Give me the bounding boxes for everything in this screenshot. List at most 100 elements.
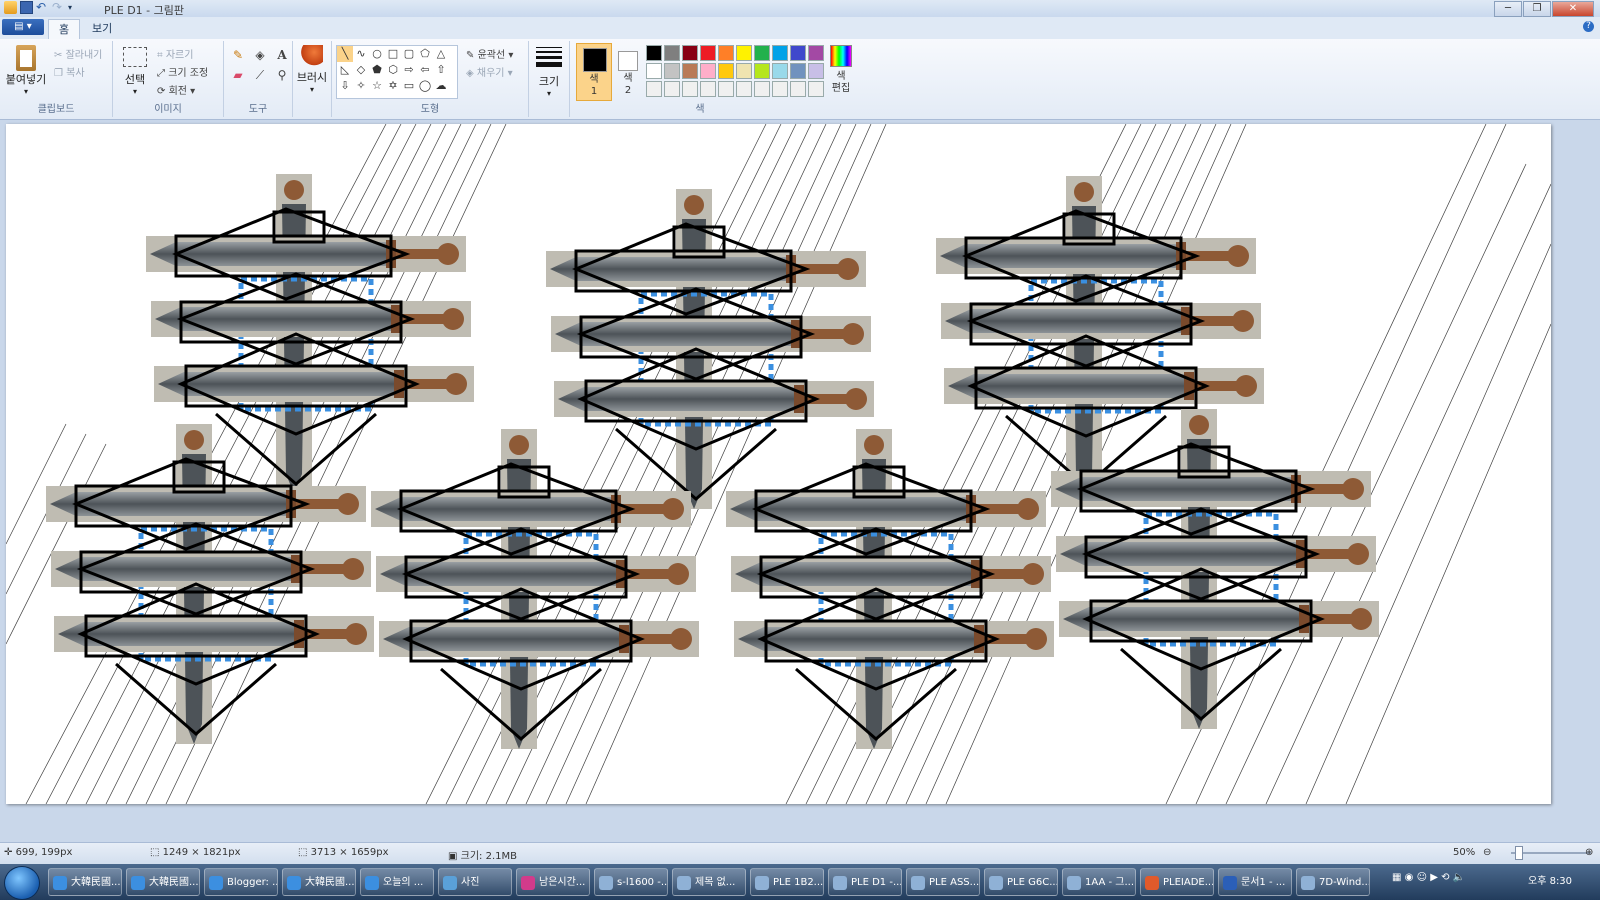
palette-swatch[interactable] (772, 63, 788, 79)
callout-cloud-shape-icon[interactable]: ☁ (433, 78, 449, 94)
palette-swatch[interactable] (700, 81, 716, 97)
minimize-button[interactable]: ─ (1494, 1, 1522, 17)
curve-shape-icon[interactable]: ∿ (353, 46, 369, 62)
palette-swatch[interactable] (754, 81, 770, 97)
help-icon[interactable]: ? (1583, 21, 1594, 32)
size-button[interactable]: 크기 ▾ (533, 45, 565, 98)
color-picker-icon[interactable]: ⟋ (252, 67, 268, 83)
text-tool-icon[interactable]: A (274, 47, 290, 63)
palette-swatch[interactable] (808, 45, 824, 61)
palette-swatch[interactable] (646, 45, 662, 61)
palette-swatch[interactable] (664, 81, 680, 97)
palette-swatch[interactable] (772, 81, 788, 97)
taskbar-button[interactable]: 오늘의 ... (360, 868, 434, 896)
close-button[interactable]: ✕ (1552, 1, 1594, 17)
select-button[interactable]: 선택 ▾ (117, 45, 153, 96)
up-arrow-shape-icon[interactable]: ⇧ (433, 62, 449, 78)
clock[interactable]: 오후 8:30 (1528, 872, 1572, 887)
palette-swatch[interactable] (646, 81, 662, 97)
palette-swatch[interactable] (700, 63, 716, 79)
copy-button[interactable]: ❐ 복사 (54, 64, 85, 79)
start-button[interactable] (4, 866, 40, 900)
palette-swatch[interactable] (718, 45, 734, 61)
tray-network-icon[interactable]: ▦ (1392, 872, 1401, 883)
rectangle-shape-icon[interactable]: □ (385, 46, 401, 62)
save-icon[interactable] (20, 1, 33, 14)
taskbar-button[interactable]: 7D-Wind... (1296, 868, 1370, 896)
taskbar-button[interactable]: 제목 없... (672, 868, 746, 896)
palette-swatch[interactable] (736, 63, 752, 79)
palette-swatch[interactable] (682, 63, 698, 79)
palette-swatch[interactable] (790, 63, 806, 79)
line-shape-icon[interactable]: ╲ (337, 46, 353, 62)
five-point-star-shape-icon[interactable]: ☆ (369, 78, 385, 94)
taskbar-button[interactable]: 大韓民國... (282, 868, 356, 896)
fill-button[interactable]: ◈ 채우기 ▾ (466, 64, 513, 79)
paste-button[interactable]: 붙여넣기 ▾ (4, 45, 48, 96)
taskbar-button[interactable]: PLE G6C... (984, 868, 1058, 896)
edit-colors-button[interactable]: 색 편집 (826, 43, 856, 95)
palette-swatch[interactable] (754, 63, 770, 79)
right-arrow-shape-icon[interactable]: ⇨ (401, 62, 417, 78)
shapes-gallery[interactable]: ╲ ∿ ○ □ ▢ ⬠ △ ◺ ◇ ⬟ ⬡ ⇨ ⇦ ⇧ ⇩ ✧ ☆ ✡ ▭ ◯ ☁ (336, 45, 458, 99)
tab-view[interactable]: 보기 (82, 19, 122, 38)
resize-button[interactable]: ⤢ 크기 조정 (157, 64, 208, 79)
maximize-button[interactable]: ❐ (1523, 1, 1551, 17)
palette-swatch[interactable] (664, 45, 680, 61)
hexagon-shape-icon[interactable]: ⬡ (385, 62, 401, 78)
palette-swatch[interactable] (682, 81, 698, 97)
taskbar-button[interactable]: s-l1600 -... (594, 868, 668, 896)
palette-swatch[interactable] (808, 63, 824, 79)
callout-rect-shape-icon[interactable]: ▭ (401, 78, 417, 94)
magnifier-icon[interactable]: ⚲ (274, 67, 290, 83)
tray-media-icon[interactable]: ▶ (1430, 872, 1438, 883)
tray-smiley-icon[interactable]: ☺ (1417, 872, 1427, 883)
pencil-icon[interactable]: ✎ (230, 47, 246, 63)
outline-button[interactable]: ✎ 윤곽선 ▾ (466, 46, 513, 61)
drawing-canvas[interactable] (6, 124, 1551, 804)
brushes-button[interactable]: 브러시 ▾ (295, 45, 329, 94)
palette-swatch[interactable] (646, 63, 662, 79)
undo-icon[interactable]: ↶ (36, 1, 49, 14)
palette-swatch[interactable] (682, 45, 698, 61)
palette-swatch[interactable] (754, 45, 770, 61)
triangle-shape-icon[interactable]: △ (433, 46, 449, 62)
taskbar-button[interactable]: 大韓民國... (48, 868, 122, 896)
oval-shape-icon[interactable]: ○ (369, 46, 385, 62)
taskbar-button[interactable]: PLE 1B2... (750, 868, 824, 896)
down-arrow-shape-icon[interactable]: ⇩ (337, 78, 353, 94)
palette-swatch[interactable] (736, 45, 752, 61)
file-menu-button[interactable]: ▤ ▾ (2, 19, 44, 35)
taskbar-button[interactable]: Blogger: ... (204, 868, 278, 896)
tray-volume-icon[interactable]: 🔈 (1453, 872, 1465, 883)
palette-swatch[interactable] (664, 63, 680, 79)
taskbar-button[interactable]: 남은시간... (516, 868, 590, 896)
customize-qat-icon[interactable]: ▾ (68, 1, 81, 14)
taskbar-button[interactable]: 사진 (438, 868, 512, 896)
zoom-in-button[interactable]: ⊕ (1585, 847, 1593, 858)
redo-icon[interactable]: ↷ (52, 1, 65, 14)
polygon-shape-icon[interactable]: ⬠ (417, 46, 433, 62)
right-triangle-shape-icon[interactable]: ◺ (337, 62, 353, 78)
palette-swatch[interactable] (790, 45, 806, 61)
taskbar-button[interactable]: 1AA - 그... (1062, 868, 1136, 896)
rotate-button[interactable]: ⟳ 회전 ▾ (157, 82, 195, 97)
six-point-star-shape-icon[interactable]: ✡ (385, 78, 401, 94)
zoom-slider-handle[interactable] (1515, 846, 1523, 860)
diamond-shape-icon[interactable]: ◇ (353, 62, 369, 78)
fill-bucket-icon[interactable]: ◈ (252, 47, 268, 63)
paint-app-icon[interactable] (4, 1, 17, 14)
taskbar-button[interactable]: PLE D1 -... (828, 868, 902, 896)
palette-swatch[interactable] (718, 81, 734, 97)
four-point-star-shape-icon[interactable]: ✧ (353, 78, 369, 94)
zoom-out-button[interactable]: ⊖ (1483, 847, 1491, 858)
taskbar-button[interactable]: PLEIADE... (1140, 868, 1214, 896)
tab-home[interactable]: 홈 (48, 19, 81, 39)
cut-button[interactable]: ✂ 잘라내기 (54, 46, 102, 61)
crop-button[interactable]: ⌗ 자르기 (157, 46, 193, 61)
taskbar-button[interactable]: 大韓民國... (126, 868, 200, 896)
palette-swatch[interactable] (736, 81, 752, 97)
color1-button[interactable]: 색 1 (576, 43, 612, 101)
left-arrow-shape-icon[interactable]: ⇦ (417, 62, 433, 78)
eraser-icon[interactable]: ▰ (230, 67, 246, 83)
